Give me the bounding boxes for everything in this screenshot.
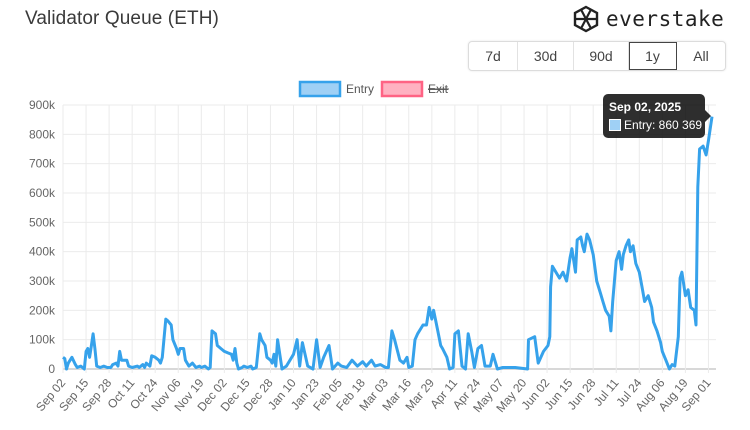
y-tick-label: 600k: [29, 186, 56, 200]
y-tick-label: 300k: [29, 274, 56, 288]
tooltip-swatch: [609, 119, 621, 131]
y-tick-label: 400k: [29, 245, 56, 259]
y-tick-label: 800k: [29, 127, 56, 141]
tooltip: Sep 02, 2025 Entry: 860 369: [603, 94, 711, 138]
legend-exit-swatch: [380, 80, 424, 98]
tooltip-row: Entry: 860 369: [609, 118, 702, 132]
queue-chart: 0 100k 200k 300k 400k 500k 600k 700k 800k 900k Sep…: [29, 80, 716, 415]
legend-entry-swatch: [298, 80, 342, 98]
tooltip-date: Sep 02, 2025: [609, 100, 682, 114]
entry-series-line: [62, 116, 714, 371]
y-tick-label: 900k: [29, 98, 56, 112]
y-tick-label: 100k: [29, 333, 56, 347]
tooltip-arrow: [705, 110, 711, 122]
tooltip-value: Entry: 860 369: [624, 118, 703, 132]
y-tick-label: 200k: [29, 303, 56, 317]
y-tick-label: 0: [48, 362, 55, 376]
legend-entry-label: Entry: [346, 82, 374, 96]
y-tick-label: 500k: [29, 215, 56, 229]
y-tick-label: 700k: [29, 157, 56, 171]
